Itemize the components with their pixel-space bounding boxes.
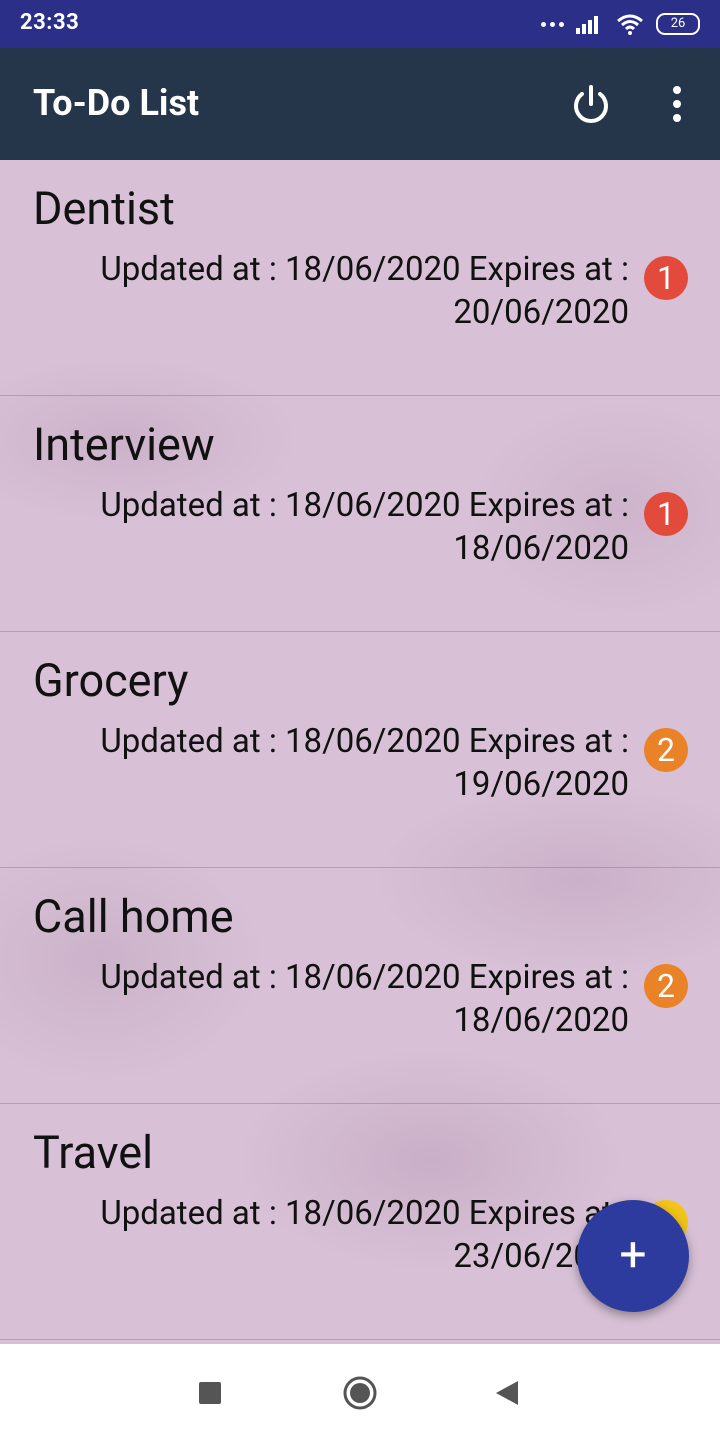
signal-icon [576, 16, 598, 34]
wifi-icon [617, 14, 643, 35]
task-list[interactable]: Dentist Updated at : 18/06/2020 Expires … [0, 160, 720, 1344]
system-nav-bar [0, 1344, 720, 1440]
task-title: Call home [33, 890, 234, 943]
task-title: Travel [33, 1126, 154, 1179]
task-meta: Updated at : 18/06/2020 Expires at : 20/… [33, 248, 629, 334]
task-updated: Updated at : 18/06/2020 [100, 958, 469, 997]
task-title: Interview [33, 418, 215, 471]
task-updated: Updated at : 18/06/2020 [100, 722, 469, 761]
task-item[interactable]: Interview Updated at : 18/06/2020 Expire… [0, 396, 720, 632]
priority-badge: 2 [644, 964, 688, 1008]
task-expires: Expires at : 20/06/2020 [453, 250, 629, 332]
task-item[interactable]: Dentist Updated at : 18/06/2020 Expires … [0, 160, 720, 396]
task-meta: Updated at : 18/06/2020 Expires at : 18/… [33, 956, 629, 1042]
task-meta: Updated at : 18/06/2020 Expires at : 19/… [33, 720, 629, 806]
overflow-menu-icon [673, 86, 681, 122]
task-meta: Updated at : 18/06/2020 Expires at : 18/… [33, 484, 629, 570]
home-icon[interactable] [342, 1375, 378, 1411]
priority-badge: 1 [644, 256, 688, 300]
task-updated: Updated at : 18/06/2020 [100, 250, 469, 289]
task-meta: Updated at : 18/06/2020 Expires at : 23/… [33, 1192, 629, 1278]
priority-badge: 1 [644, 492, 688, 536]
overflow-menu-button[interactable] [660, 80, 694, 130]
task-expires: Expires at : 18/06/2020 [453, 486, 629, 568]
power-button[interactable] [566, 80, 616, 130]
add-task-button[interactable]: + [577, 1200, 689, 1312]
task-item[interactable]: Call home Updated at : 18/06/2020 Expire… [0, 868, 720, 1104]
priority-badge: 2 [644, 728, 688, 772]
power-icon [574, 85, 608, 123]
more-dots-icon [541, 21, 564, 27]
back-icon[interactable] [494, 1379, 520, 1407]
app-bar: To-Do List [0, 48, 720, 160]
status-icons: 26 [541, 10, 700, 38]
task-updated: Updated at : 18/06/2020 [100, 486, 469, 525]
task-title: Grocery [33, 654, 189, 707]
task-expires: Expires at : 19/06/2020 [453, 722, 629, 804]
task-item[interactable]: Grocery Updated at : 18/06/2020 Expires … [0, 632, 720, 868]
status-time: 23:33 [20, 10, 80, 35]
battery-icon: 26 [656, 13, 700, 35]
task-title: Dentist [33, 182, 175, 235]
app-title: To-Do List [33, 82, 200, 124]
status-bar: 23:33 26 [0, 0, 720, 48]
task-expires: Expires at : 18/06/2020 [453, 958, 629, 1040]
recent-apps-icon[interactable] [199, 1382, 221, 1404]
task-updated: Updated at : 18/06/2020 [100, 1194, 469, 1233]
